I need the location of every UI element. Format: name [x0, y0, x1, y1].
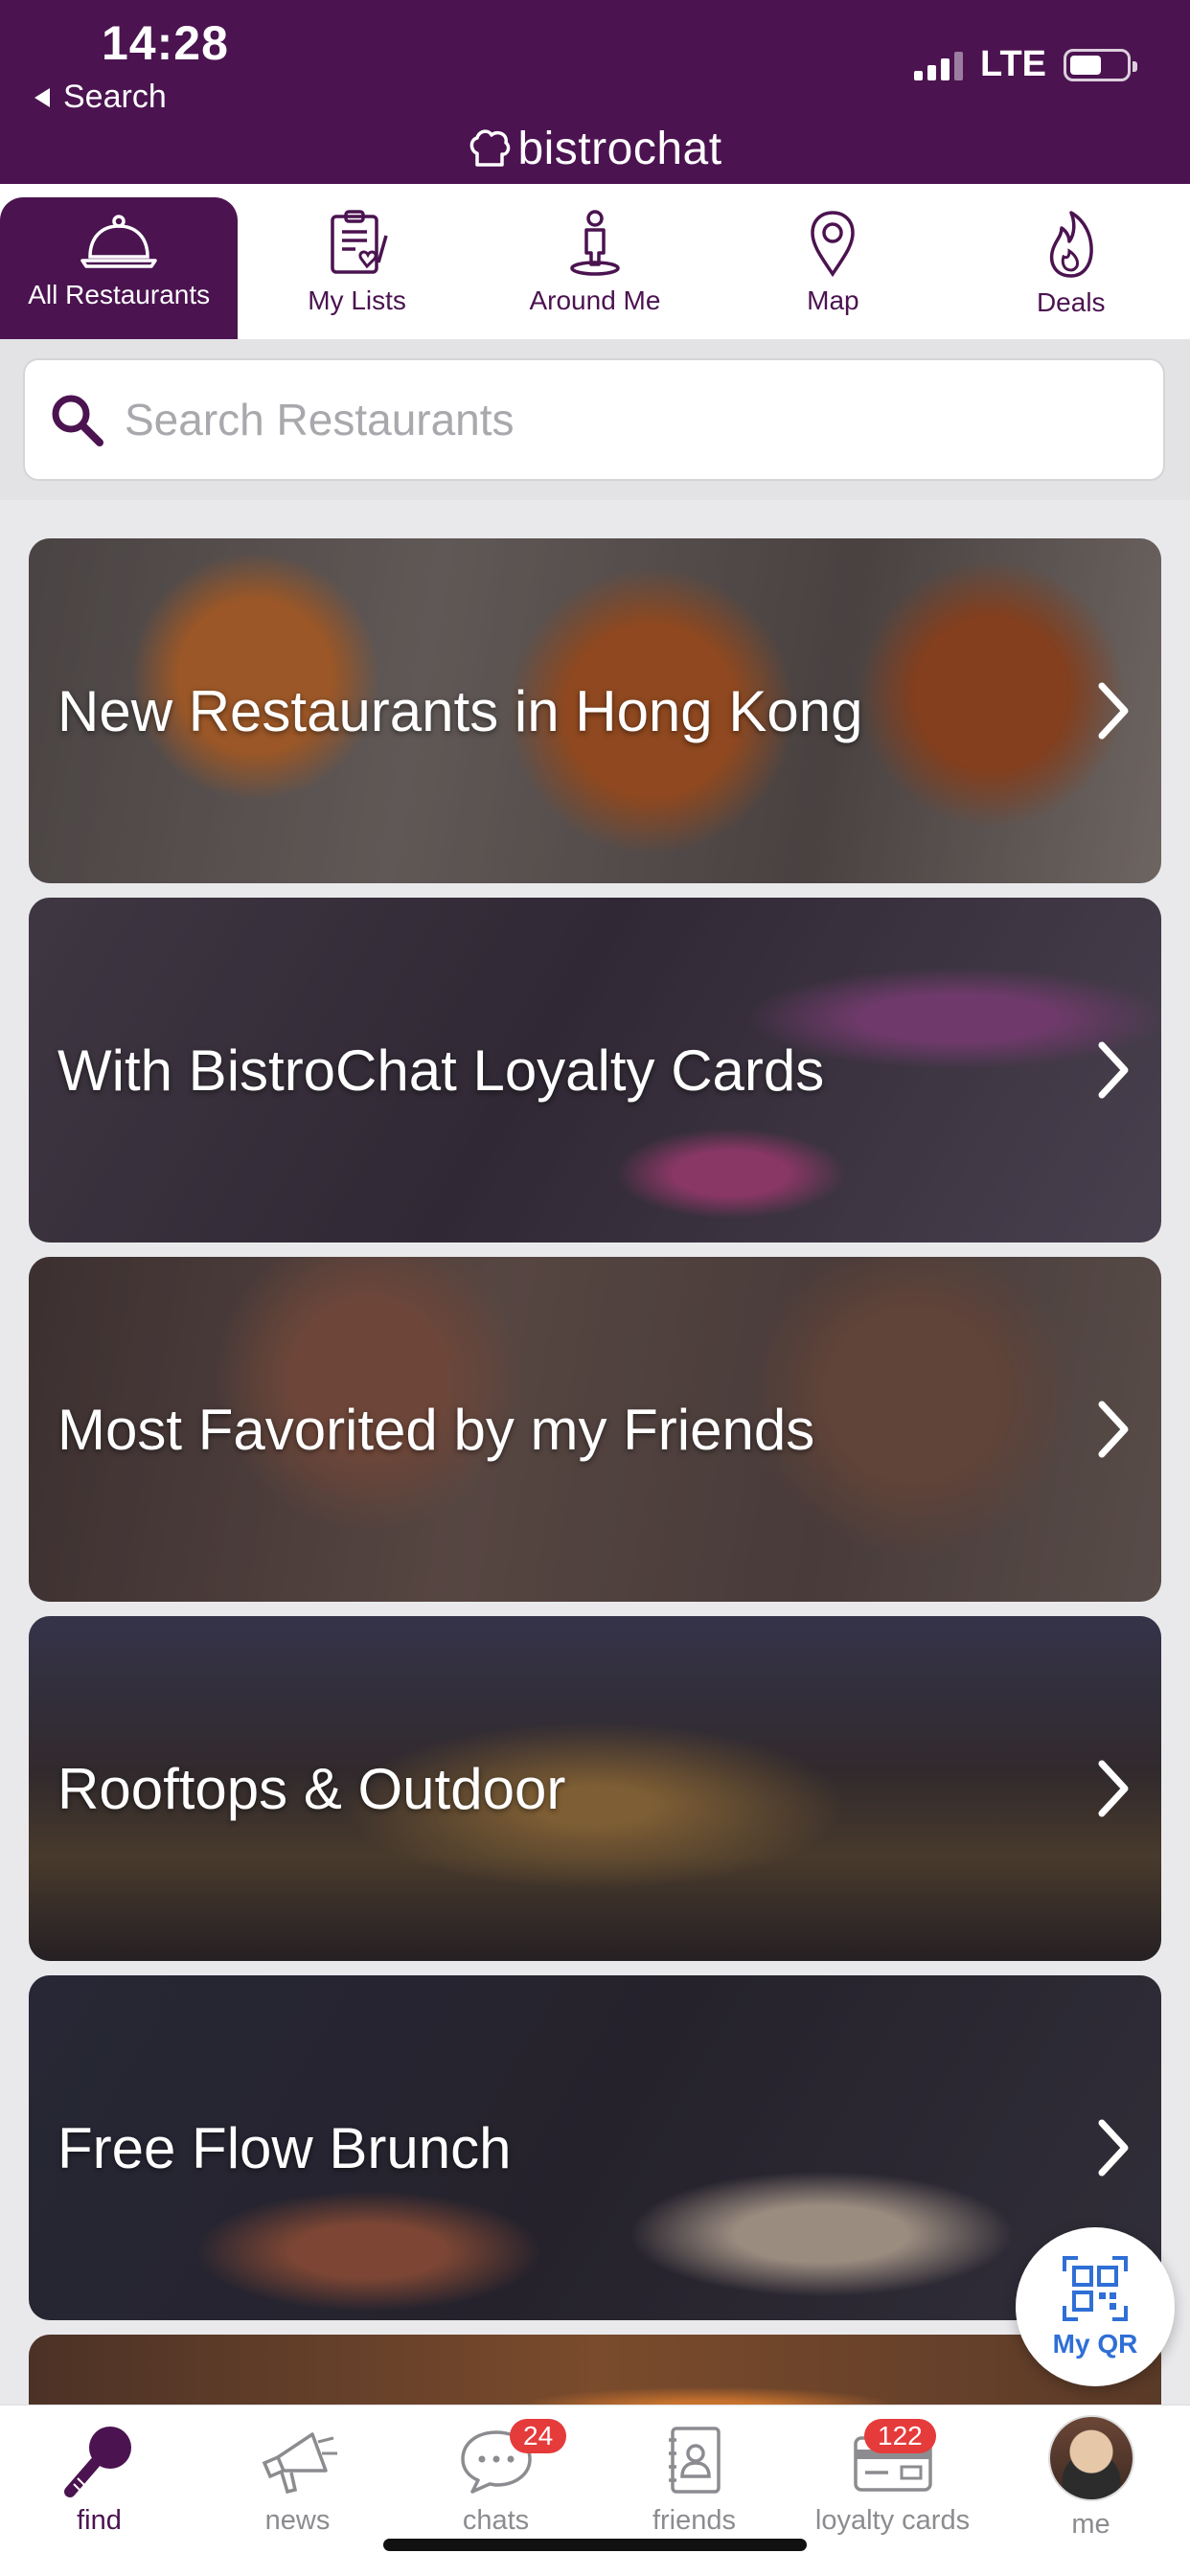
- search-area: [0, 339, 1190, 500]
- home-indicator[interactable]: [383, 2539, 807, 2551]
- nav-label: chats: [462, 2505, 530, 2536]
- map-pin-icon: [811, 211, 856, 278]
- back-label: Search: [63, 79, 167, 115]
- nav-loyalty-cards[interactable]: 122 loyalty cards: [793, 2405, 992, 2576]
- clipboard-heart-icon: [330, 210, 388, 274]
- chevron-right-icon: [1098, 1401, 1129, 1458]
- tab-map[interactable]: Map: [714, 184, 951, 339]
- status-indicators: LTE: [914, 44, 1137, 85]
- category-list: New Restaurants in Hong Kong With Bistro…: [29, 538, 1161, 2407]
- category-title: Free Flow Brunch: [57, 2115, 512, 2180]
- nav-me[interactable]: me: [992, 2405, 1190, 2576]
- brand-name: bistrochat: [517, 124, 722, 174]
- tab-deals[interactable]: Deals: [952, 184, 1190, 339]
- search-icon: [52, 395, 103, 446]
- category-card-free-flow-brunch[interactable]: Free Flow Brunch: [29, 1975, 1161, 2320]
- back-to-search-button[interactable]: Search: [34, 79, 167, 116]
- megaphone-icon: [262, 2432, 337, 2495]
- restaurant-tabs: All Restaurants My Lists Around Me Map D…: [0, 184, 1190, 339]
- qr-code-icon: [1063, 2256, 1128, 2321]
- tab-label: Around Me: [529, 285, 661, 315]
- tab-label: Deals: [1036, 287, 1106, 317]
- tab-my-lists[interactable]: My Lists: [238, 184, 475, 339]
- status-time: 14:28: [102, 16, 229, 70]
- category-title: With BistroChat Loyalty Cards: [57, 1037, 825, 1103]
- flame-icon: [1049, 211, 1093, 278]
- tab-label: Map: [807, 285, 859, 315]
- app-header: 14:28 Search LTE bistrochat: [0, 0, 1190, 184]
- chevron-right-icon: [1098, 682, 1129, 740]
- nav-find[interactable]: find: [0, 2405, 198, 2576]
- chef-hat-icon: [470, 128, 511, 167]
- signal-icon: [914, 50, 964, 80]
- nav-label: me: [1071, 2509, 1110, 2540]
- nav-label: loyalty cards: [814, 2505, 971, 2536]
- category-title: Rooftops & Outdoor: [57, 1756, 566, 1821]
- app-logo: bistrochat: [0, 123, 1190, 175]
- category-card-rooftops[interactable]: Rooftops & Outdoor: [29, 1616, 1161, 1961]
- category-card-partial[interactable]: [29, 2335, 1161, 2407]
- loyalty-badge: 122: [864, 2419, 936, 2453]
- my-qr-button[interactable]: My QR: [1016, 2227, 1175, 2386]
- person-pin-icon: [570, 210, 620, 276]
- chevron-right-icon: [1098, 1760, 1129, 1817]
- nav-label: find: [77, 2505, 122, 2536]
- tab-around-me[interactable]: Around Me: [476, 184, 714, 339]
- back-arrow-icon: [34, 87, 50, 107]
- battery-icon: [1064, 48, 1137, 81]
- search-box[interactable]: [23, 358, 1165, 481]
- cloche-icon: [80, 215, 157, 268]
- chevron-right-icon: [1098, 2119, 1129, 2177]
- my-qr-label: My QR: [1052, 2329, 1138, 2359]
- nav-label: news: [264, 2505, 331, 2536]
- nav-label: friends: [652, 2505, 737, 2536]
- nav-news[interactable]: news: [198, 2405, 397, 2576]
- search-input[interactable]: [123, 393, 1085, 446]
- chevron-right-icon: [1098, 1041, 1129, 1099]
- category-card-new-restaurants[interactable]: New Restaurants in Hong Kong: [29, 538, 1161, 883]
- chats-badge: 24: [510, 2419, 567, 2453]
- category-card-most-favorited[interactable]: Most Favorited by my Friends: [29, 1257, 1161, 1602]
- category-title: New Restaurants in Hong Kong: [57, 678, 863, 743]
- tab-all-restaurants[interactable]: All Restaurants: [0, 197, 239, 339]
- network-type: LTE: [980, 44, 1046, 84]
- category-title: Most Favorited by my Friends: [57, 1397, 815, 1462]
- find-icon: [63, 2427, 131, 2497]
- category-card-loyalty-cards[interactable]: With BistroChat Loyalty Cards: [29, 898, 1161, 1242]
- contacts-book-icon: [668, 2427, 721, 2494]
- tab-label: All Restaurants: [28, 280, 211, 309]
- tab-label: My Lists: [308, 285, 406, 315]
- avatar: [1047, 2415, 1134, 2501]
